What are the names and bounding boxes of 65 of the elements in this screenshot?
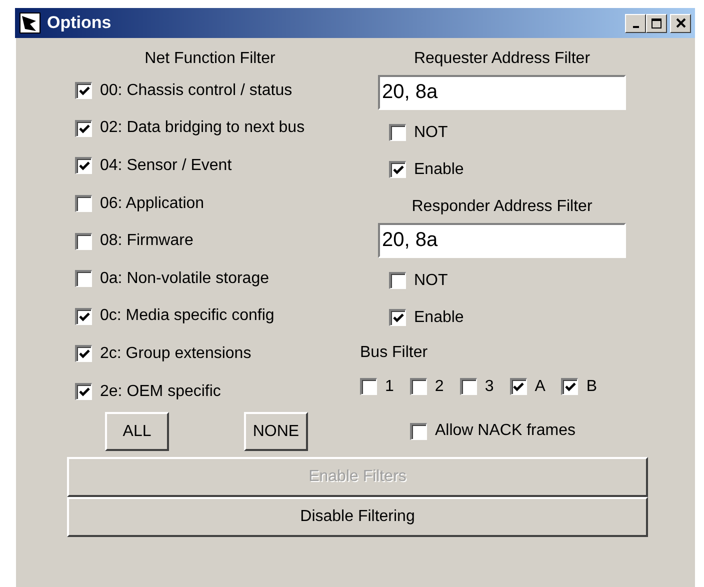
window-title: Options — [47, 13, 112, 33]
minimize-icon — [632, 26, 638, 28]
checkbox[interactable] — [389, 309, 406, 326]
check-icon — [78, 387, 90, 398]
address-field[interactable]: 20, 8a — [378, 75, 626, 110]
checkbox-label: Allow NACK frames — [435, 422, 576, 440]
checkbox-label: 2c: Group extensions — [100, 344, 252, 363]
maximize-button[interactable] — [646, 14, 667, 32]
checkbox-label: 08: Firmware — [100, 232, 194, 250]
checkbox[interactable] — [75, 383, 92, 400]
checkbox[interactable] — [389, 272, 406, 289]
checkbox-label: 3 — [484, 378, 494, 396]
checkbox[interactable] — [75, 195, 92, 212]
section-title: Bus Filter — [360, 343, 429, 363]
checkbox-label: Enable — [414, 308, 464, 326]
checkbox[interactable] — [460, 378, 477, 395]
checkbox[interactable] — [75, 120, 92, 137]
checkbox-label: B — [586, 378, 598, 396]
checkbox[interactable] — [75, 232, 92, 250]
disable-filtering-button[interactable]: Disable Filtering — [67, 497, 648, 537]
checkbox[interactable] — [360, 378, 377, 395]
checkbox-label: 02: Data bridging to next bus — [100, 119, 305, 138]
section-title: Net Function Filter — [144, 49, 276, 69]
check-icon — [392, 313, 404, 323]
checkbox[interactable] — [75, 270, 92, 288]
checkbox[interactable] — [389, 124, 406, 141]
check-icon — [78, 161, 90, 172]
checkbox-label: 0c: Media specific config — [100, 307, 274, 326]
checkbox[interactable] — [561, 378, 578, 395]
checkbox-label: 2 — [434, 378, 444, 396]
checkbox-label: 04: Sensor / Event — [100, 156, 232, 175]
checkbox[interactable] — [510, 378, 527, 395]
checkbox[interactable] — [75, 82, 92, 100]
close-button[interactable] — [670, 14, 691, 32]
checkbox-label: Enable — [414, 160, 464, 178]
select-all-button[interactable]: ALL — [105, 412, 169, 452]
checkbox[interactable] — [75, 345, 92, 362]
checkbox[interactable] — [410, 422, 427, 440]
check-icon — [564, 382, 576, 392]
check-icon — [513, 382, 524, 392]
checkbox-label: NOT — [414, 124, 448, 142]
close-icon — [676, 18, 686, 28]
maximize-icon — [651, 18, 662, 28]
check-icon — [392, 165, 404, 175]
checkbox[interactable] — [75, 157, 92, 174]
checkbox-label: 06: Application — [100, 194, 204, 213]
address-field[interactable]: 20, 8a — [378, 223, 626, 258]
check-icon — [78, 124, 90, 134]
app-icon — [19, 12, 41, 34]
check-icon — [78, 349, 90, 360]
checkbox[interactable] — [75, 308, 92, 325]
checkbox-label: 2e: OEM specific — [100, 382, 221, 401]
checkbox-label: A — [534, 378, 546, 396]
checkbox-label: 0a: Non-volatile storage — [100, 270, 269, 288]
checkbox[interactable] — [410, 378, 427, 395]
checkbox-label: NOT — [414, 272, 448, 290]
checkbox-label: 00: Chassis control / status — [100, 82, 292, 100]
checkbox[interactable] — [389, 161, 406, 178]
check-icon — [78, 312, 90, 322]
section-title: Requester Address Filter — [412, 49, 592, 69]
minimize-button[interactable] — [625, 14, 646, 32]
checkbox-label: 1 — [385, 378, 394, 396]
section-title: Responder Address Filter — [410, 197, 594, 217]
select-none-button[interactable]: NONE — [244, 412, 308, 452]
check-icon — [78, 86, 90, 96]
